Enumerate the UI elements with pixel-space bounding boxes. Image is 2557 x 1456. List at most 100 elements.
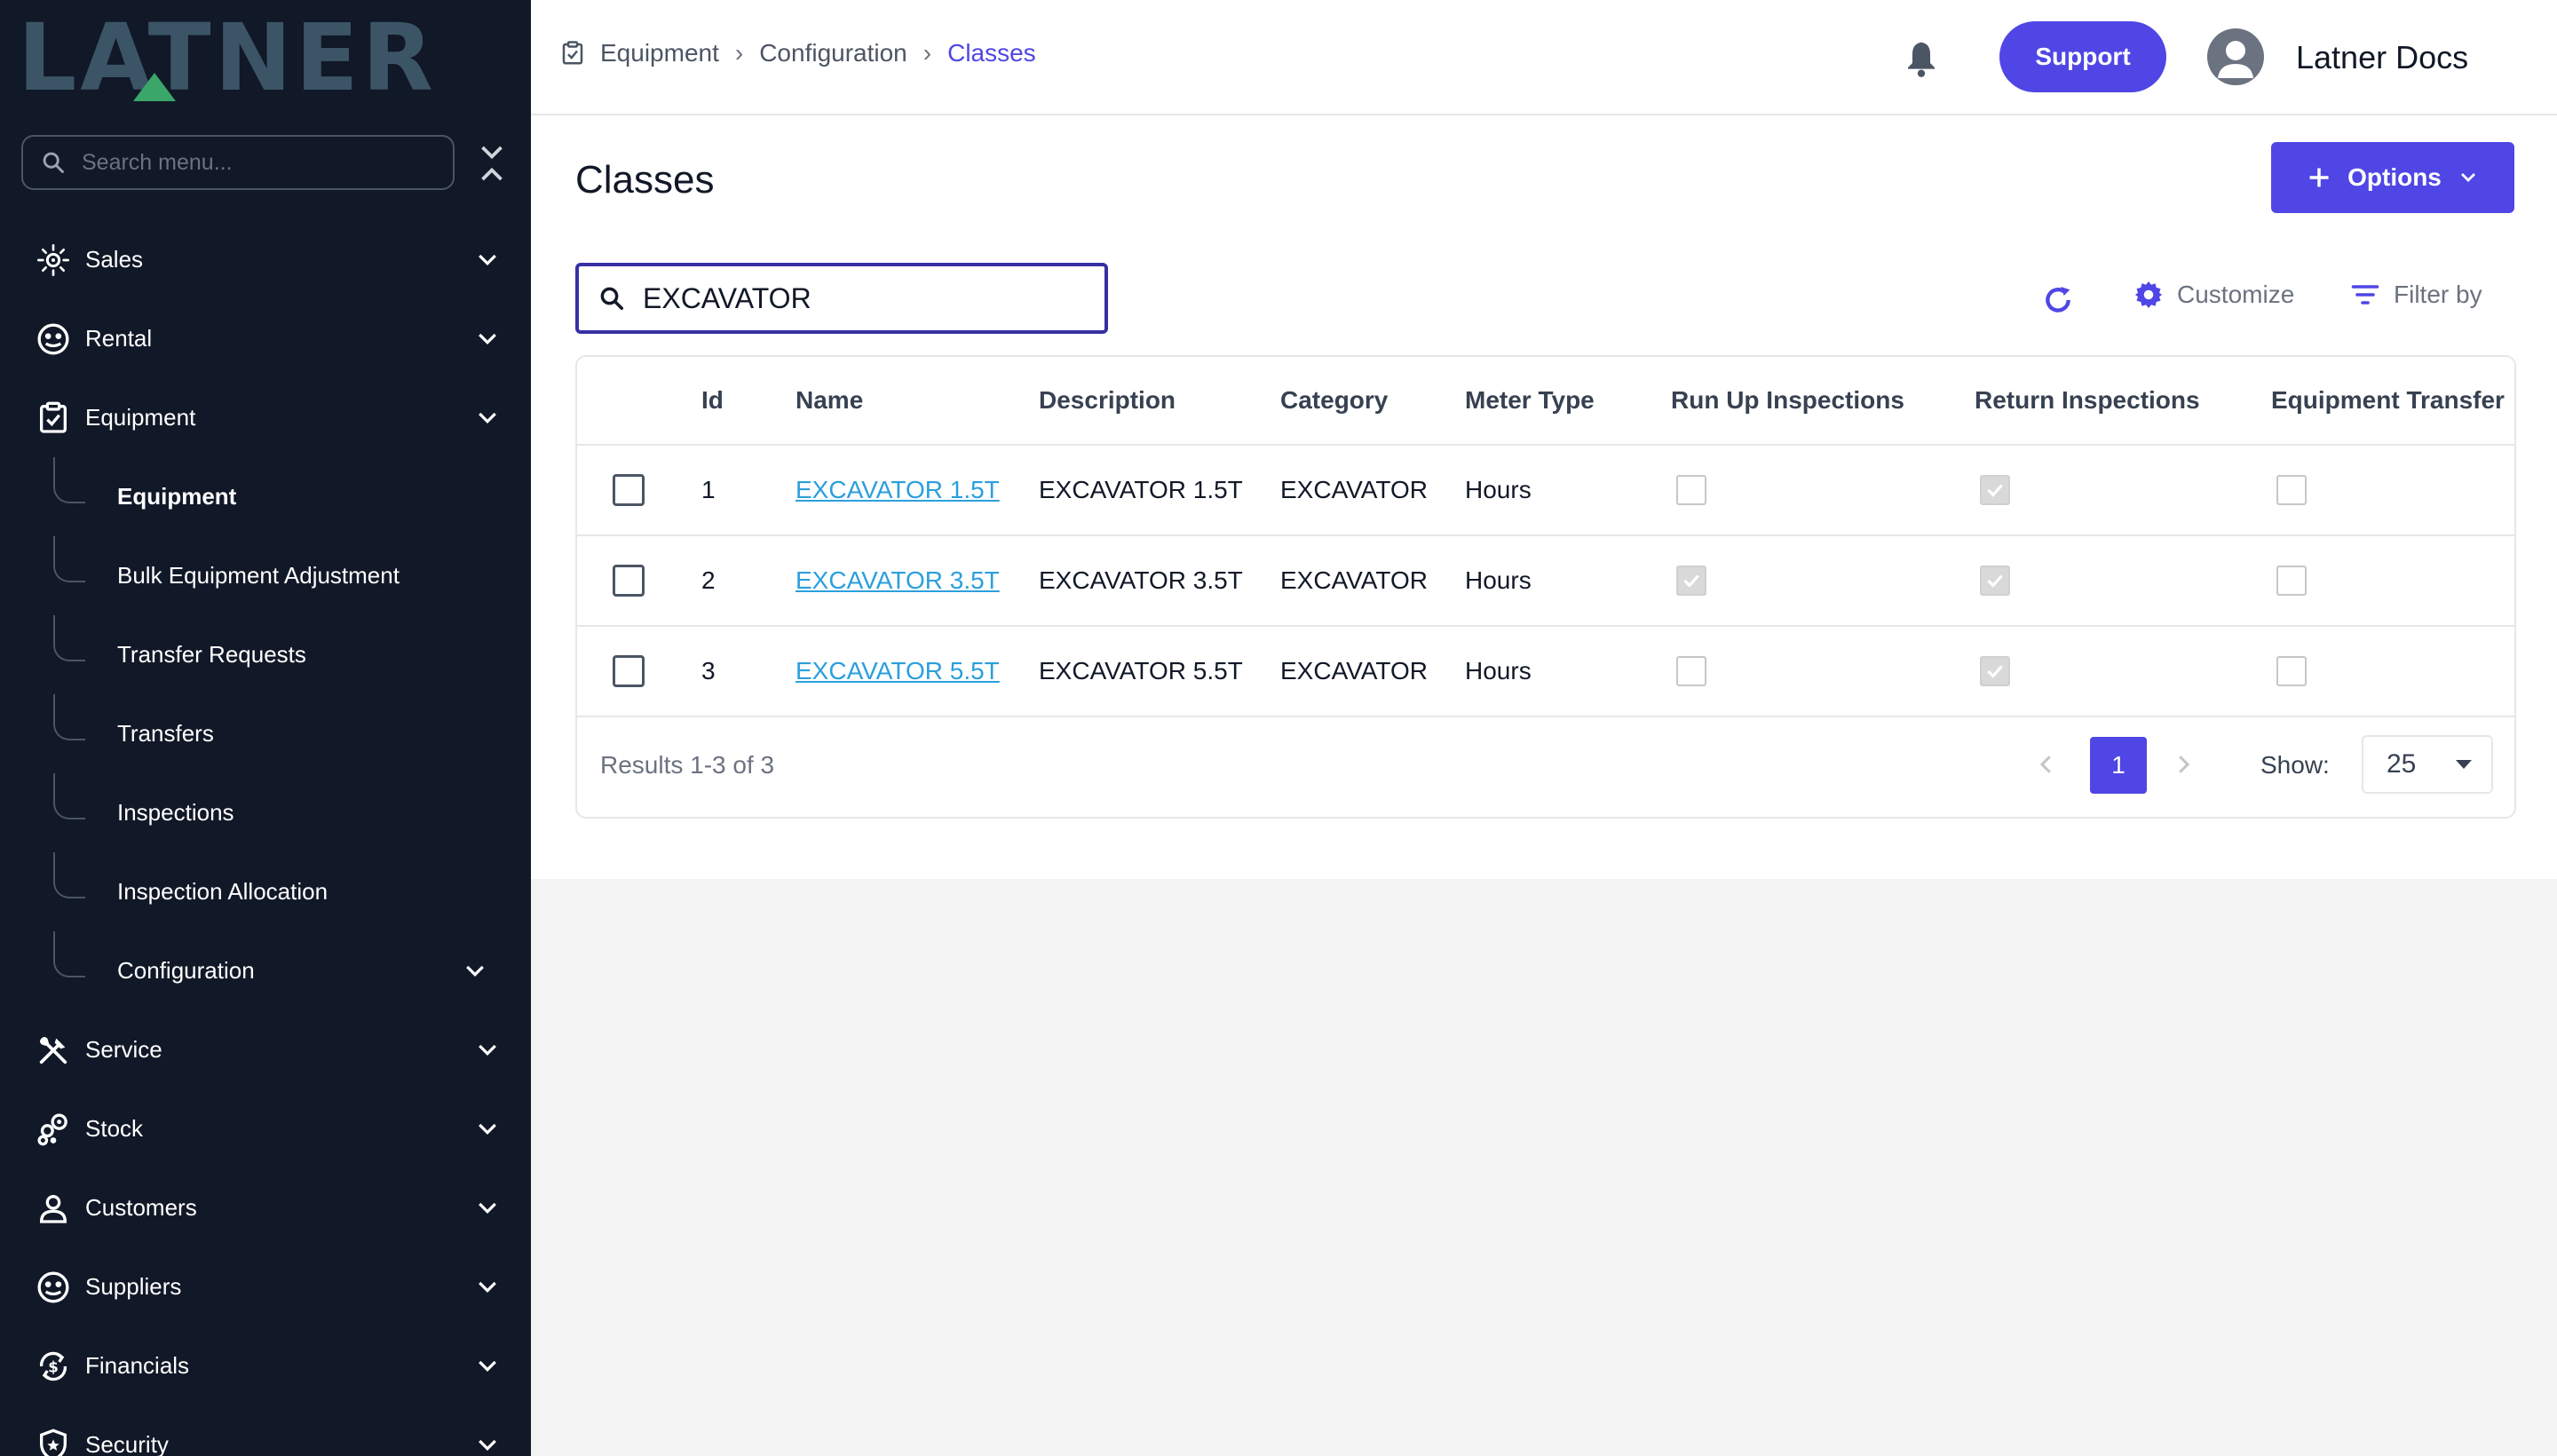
suppliers-icon: [36, 1270, 71, 1305]
bell-icon[interactable]: [1904, 39, 1939, 78]
clipboard-check-icon: [562, 41, 583, 65]
filter-icon: [2351, 285, 2379, 305]
latner-logo[interactable]: LATNER: [18, 12, 497, 104]
chevron-right-icon[interactable]: [2170, 751, 2197, 778]
sidebar-item-suppliers[interactable]: Suppliers: [0, 1247, 531, 1326]
sidebar-search-input[interactable]: [82, 149, 437, 176]
sidebar-item-label: Suppliers: [85, 1273, 182, 1300]
sidebar-item-security[interactable]: Security: [0, 1405, 531, 1456]
user-name[interactable]: Latner Docs: [2296, 39, 2468, 76]
customize-button[interactable]: Customize: [2133, 279, 2294, 311]
sidebar-subitem-bulk-equipment-adjustment[interactable]: Bulk Equipment Adjustment: [0, 536, 531, 615]
results-count: Results 1-3 of 3: [600, 751, 775, 779]
id-cell: 3: [701, 657, 716, 684]
main-content: Classes Options Customize Filter by Id N…: [531, 115, 2557, 879]
breadcrumb: Equipment › Configuration › Classes: [559, 39, 1036, 67]
run-up-checkbox: [1676, 566, 1706, 596]
filter-by-button[interactable]: Filter by: [2349, 279, 2482, 311]
meter-type-cell: Hours: [1465, 657, 1532, 684]
customers-icon: [36, 1191, 71, 1226]
chevron-down-icon: [479, 1439, 496, 1452]
page-size-select[interactable]: 25: [2362, 735, 2493, 794]
security-icon: [36, 1428, 71, 1456]
tree-branch: [53, 615, 85, 661]
table-row: 1 EXCAVATOR 1.5T EXCAVATOR 1.5T EXCAVATO…: [577, 446, 2514, 536]
column-header-return-inspections[interactable]: Return Inspections: [1975, 357, 2200, 444]
tree-branch: [53, 773, 85, 819]
sidebar-subitem-label: Equipment: [117, 483, 237, 510]
customize-label: Customize: [2177, 281, 2295, 308]
column-header-name[interactable]: Name: [796, 357, 863, 444]
sidebar-item-label: Rental: [85, 325, 153, 352]
transfer-cell: [2276, 536, 2307, 625]
table-search[interactable]: [575, 263, 1108, 334]
chevron-down-icon: [479, 254, 496, 266]
sidebar-item-label: Customers: [85, 1194, 197, 1221]
class-name-link[interactable]: EXCAVATOR 5.5T: [796, 657, 1000, 685]
row-select-checkbox[interactable]: [613, 474, 645, 506]
column-header-id[interactable]: Id: [701, 357, 724, 444]
sidebar-item-financials[interactable]: $ Financials: [0, 1326, 531, 1405]
description-cell: EXCAVATOR 3.5T: [1039, 566, 1243, 594]
sidebar-item-label: Financials: [85, 1352, 190, 1379]
meter-type-cell: Hours: [1465, 566, 1532, 594]
sidebar-item-sales[interactable]: Sales: [0, 220, 531, 299]
app-root: LATNER Sales Rental Equipme: [0, 0, 2557, 1456]
chevron-down-icon: [479, 412, 496, 424]
row-select-checkbox[interactable]: [613, 655, 645, 687]
chevron-down-icon: [479, 1123, 496, 1136]
collapse-all-icon[interactable]: [476, 142, 508, 185]
sidebar-item-service[interactable]: Service: [0, 1010, 531, 1089]
breadcrumb-classes: Classes: [947, 39, 1036, 67]
sidebar-subitem-label: Transfers: [117, 720, 214, 747]
column-header-run-up-inspections[interactable]: Run Up Inspections: [1671, 357, 1904, 444]
run-up-cell: [1676, 446, 1706, 534]
sidebar-subitem-inspections[interactable]: Inspections: [0, 773, 531, 852]
breadcrumb-configuration[interactable]: Configuration: [759, 39, 907, 67]
avatar[interactable]: [2207, 28, 2264, 85]
plus-icon: [2309, 168, 2329, 187]
support-button[interactable]: Support: [1999, 21, 2166, 92]
column-header-category[interactable]: Category: [1280, 357, 1388, 444]
service-icon: [36, 1033, 71, 1068]
classes-table: Id Name Description Category Meter Type …: [575, 355, 2516, 819]
tree-branch: [53, 694, 85, 740]
sidebar-subitem-equipment[interactable]: Equipment: [0, 457, 531, 536]
class-name-link[interactable]: EXCAVATOR 1.5T: [796, 476, 1000, 504]
breadcrumb-equipment[interactable]: Equipment: [600, 39, 719, 67]
sidebar-item-rental[interactable]: Rental: [0, 299, 531, 378]
return-cell: [1980, 627, 2010, 716]
equipment-icon: [36, 400, 71, 436]
options-button[interactable]: Options: [2271, 142, 2514, 213]
sidebar-item-label: Service: [85, 1036, 162, 1063]
sidebar-subitem-configuration[interactable]: Configuration: [0, 931, 531, 1010]
column-header-meter-type[interactable]: Meter Type: [1465, 357, 1595, 444]
sidebar-item-equipment[interactable]: Equipment: [0, 378, 531, 457]
sidebar-subitem-transfers[interactable]: Transfers: [0, 694, 531, 773]
page-size-label: Show:: [2260, 751, 2330, 779]
name-cell: EXCAVATOR 5.5T: [796, 627, 1000, 716]
return-checkbox: [1980, 566, 2010, 596]
row-select-checkbox[interactable]: [613, 565, 645, 597]
filter-label: Filter by: [2394, 281, 2482, 308]
sales-icon: [36, 242, 71, 278]
table-search-input[interactable]: [643, 281, 1087, 315]
class-name-link[interactable]: EXCAVATOR 3.5T: [796, 566, 1000, 595]
column-header-equipment-transfer[interactable]: Equipment Transfer: [2271, 357, 2505, 444]
sidebar-item-stock[interactable]: Stock: [0, 1089, 531, 1168]
sidebar-subitem-transfer-requests[interactable]: Transfer Requests: [0, 615, 531, 694]
page-number-button[interactable]: 1: [2090, 737, 2147, 794]
sidebar-item-label: Stock: [85, 1115, 144, 1142]
chevron-left-icon[interactable]: [2033, 751, 2060, 778]
transfer-cell: [2276, 446, 2307, 534]
refresh-icon[interactable]: [2040, 282, 2076, 318]
id-cell: 2: [701, 566, 716, 594]
sidebar-subitem-inspection-allocation[interactable]: Inspection Allocation: [0, 852, 531, 931]
sidebar-search[interactable]: [21, 135, 455, 190]
column-header-description[interactable]: Description: [1039, 357, 1176, 444]
check-icon: [1987, 484, 2003, 497]
breadcrumb-separator-icon: ›: [734, 39, 744, 67]
return-cell: [1980, 536, 2010, 625]
sidebar-item-customers[interactable]: Customers: [0, 1168, 531, 1247]
topbar: Equipment › Configuration › Classes Supp…: [531, 0, 2557, 115]
